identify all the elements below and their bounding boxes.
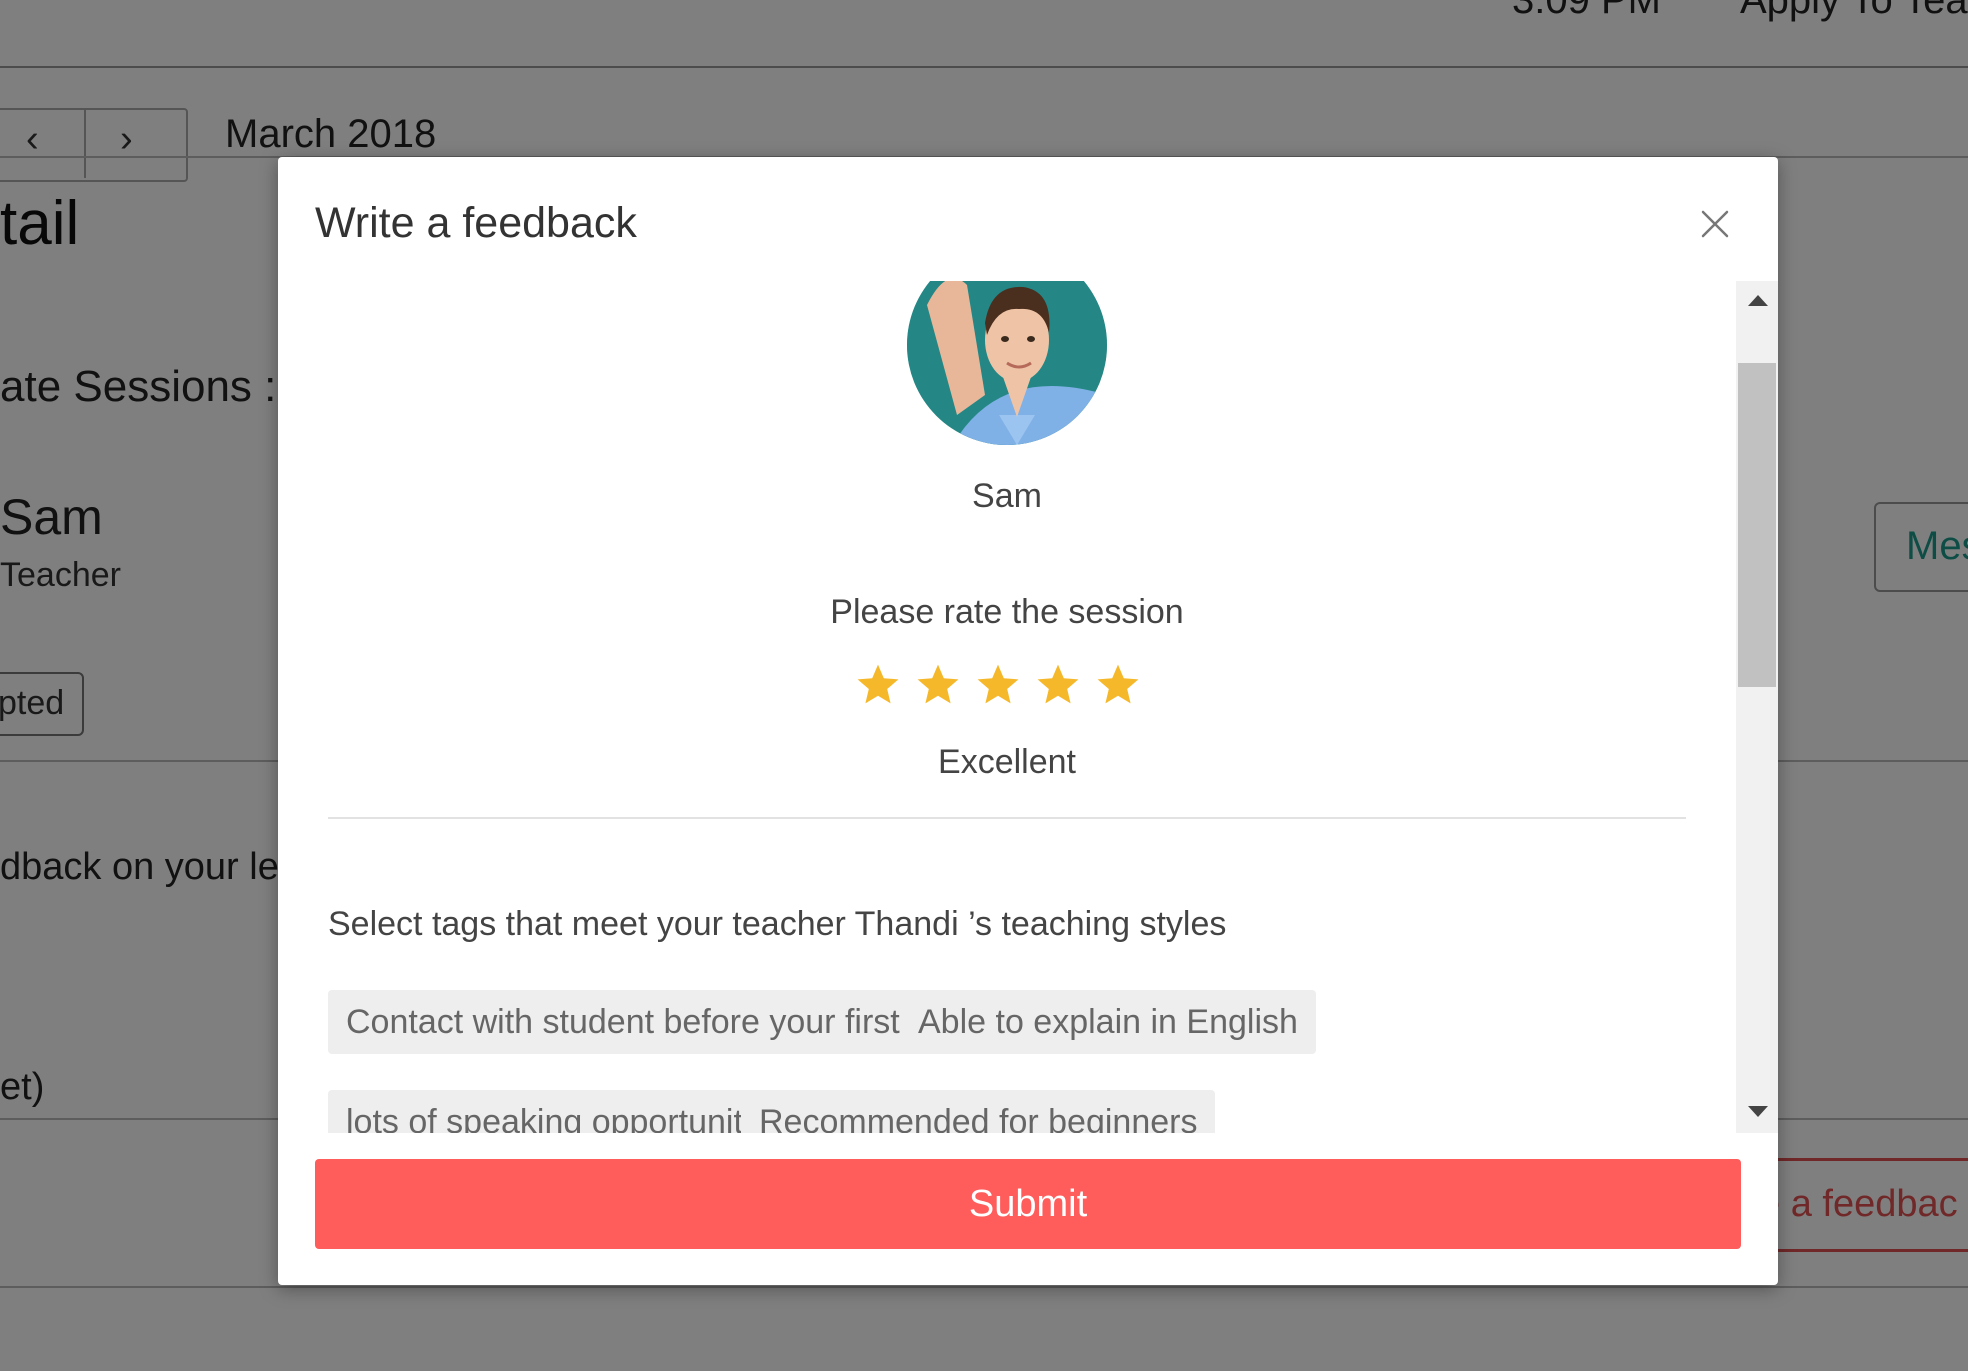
close-icon[interactable] xyxy=(1698,207,1732,241)
star-icon[interactable] xyxy=(914,661,962,709)
scroll-up-arrow-icon[interactable] xyxy=(1748,295,1768,306)
teacher-photo xyxy=(907,281,1107,445)
teacher-avatar xyxy=(907,281,1107,445)
tag-chip[interactable]: lots of speaking opportunities xyxy=(328,1090,805,1133)
modal-title: Write a feedback xyxy=(315,199,637,247)
feedback-modal: Write a feedback Sam Please rate the ses… xyxy=(278,157,1778,1285)
modal-scrollbar[interactable] xyxy=(1736,281,1778,1133)
scroll-down-arrow-icon[interactable] xyxy=(1748,1106,1768,1117)
submit-button[interactable]: Submit xyxy=(315,1159,1741,1249)
tag-chip[interactable]: Able to explain in English xyxy=(900,990,1316,1054)
tags-prompt: Select tags that meet your teacher Thand… xyxy=(328,905,1227,943)
rating-word: Excellent xyxy=(938,743,1076,781)
modal-scroll-content[interactable]: Sam Please rate the session Excellent Se… xyxy=(278,281,1778,1133)
rate-session-label: Please rate the session xyxy=(830,593,1184,631)
star-icon[interactable] xyxy=(974,661,1022,709)
scrollbar-thumb[interactable] xyxy=(1738,363,1776,687)
star-icon[interactable] xyxy=(1094,661,1142,709)
star-rating[interactable] xyxy=(854,661,1174,721)
star-icon[interactable] xyxy=(854,661,902,709)
tag-chip[interactable]: Recommended for beginners xyxy=(741,1090,1216,1133)
modal-teacher-name: Sam xyxy=(972,477,1042,515)
rating-divider xyxy=(328,817,1686,819)
star-icon[interactable] xyxy=(1034,661,1082,709)
